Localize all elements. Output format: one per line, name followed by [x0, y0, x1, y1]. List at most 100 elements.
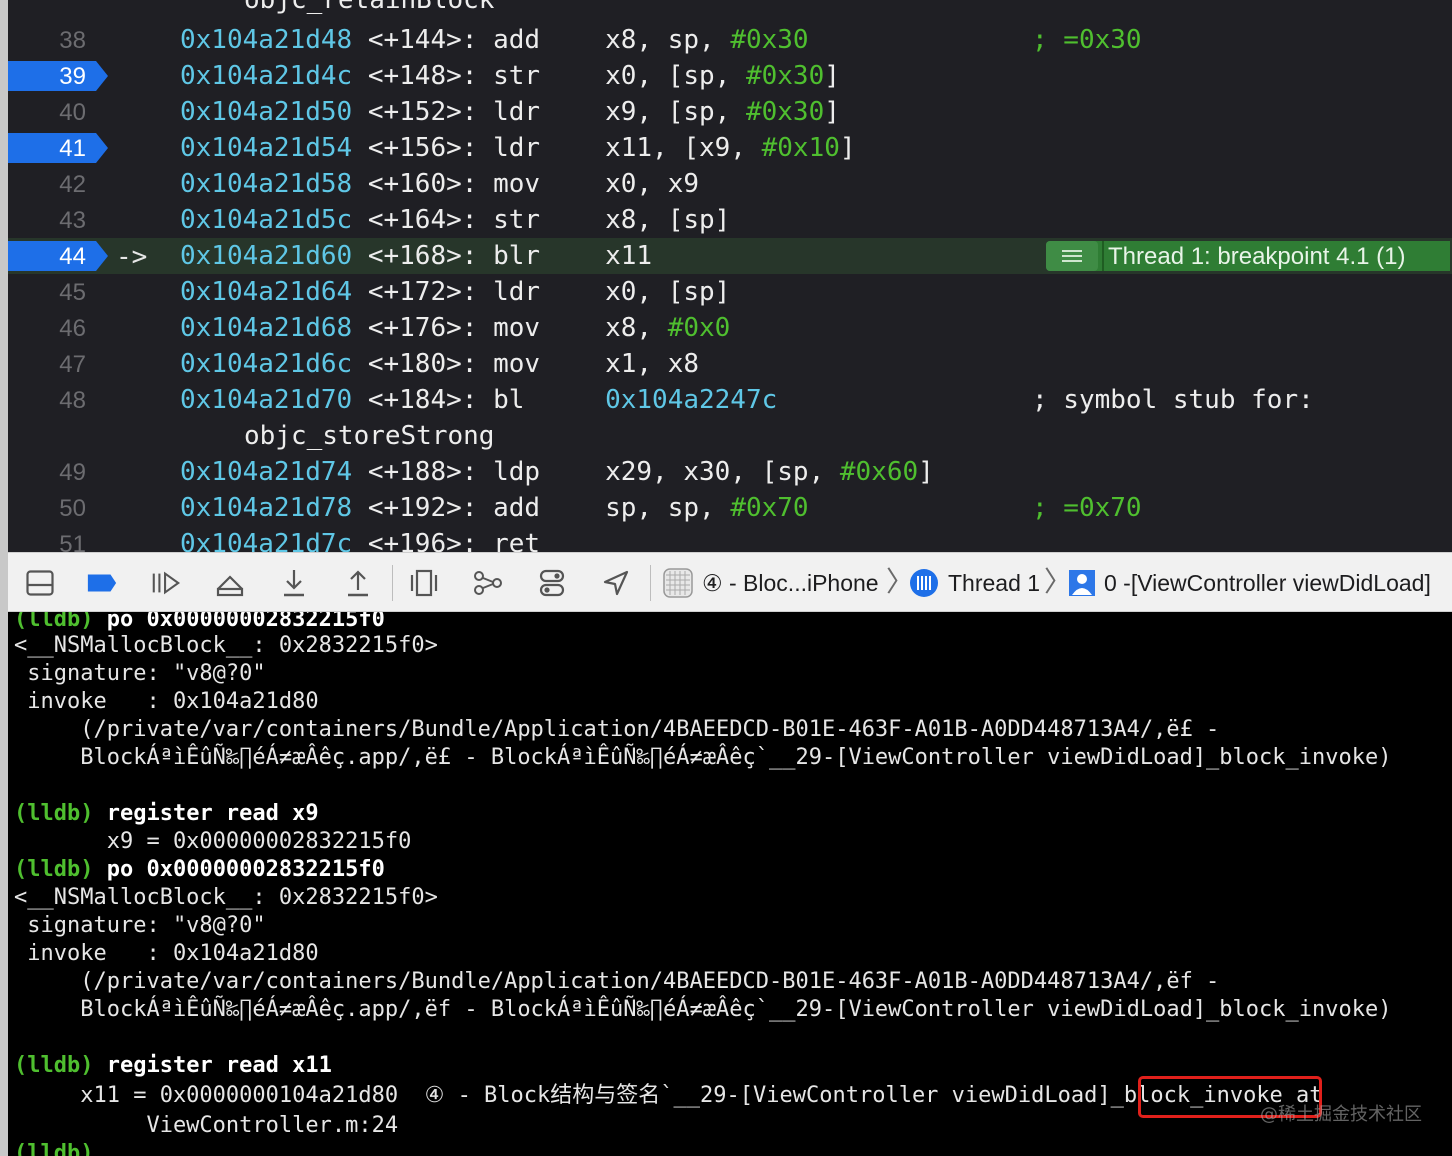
instruction-address: 0x104a21d74	[180, 457, 353, 487]
line-number: 40	[59, 99, 86, 126]
breakpoint-marker[interactable]: 41	[8, 133, 108, 163]
line-number: 44	[59, 243, 86, 270]
instruction: 0x104a21d58 <+160>: mov x0, x9	[180, 166, 699, 202]
disassembly-line[interactable]: 42 0x104a21d58 <+160>: mov x0, x9	[8, 166, 1452, 202]
user-frame-icon	[1066, 567, 1098, 599]
instruction-offset: <+164>:	[367, 205, 478, 235]
line-number: 41	[59, 135, 86, 162]
line-number: 51	[59, 531, 86, 552]
breakpoints-toggle-icon[interactable]	[86, 567, 118, 599]
breakpoint-marker[interactable]: 44	[8, 241, 108, 271]
operand: x11, [x9,	[605, 133, 762, 163]
disassembly-line[interactable]: 38 0x104a21d48 <+144>: add x8, sp, #0x30 ; …	[8, 22, 1452, 58]
breadcrumb-thread[interactable]: Thread 1	[948, 553, 1040, 613]
current-instruction-line[interactable]: 44 -> 0x104a21d60 <+168>: blr x11 Thread 1: …	[8, 238, 1452, 274]
disassembly-line[interactable]: 49 0x104a21d74 <+188>: ldp x29, x30, [sp, …	[8, 454, 1452, 490]
disassembly-line[interactable]: 46 0x104a21d68 <+176>: mov x8, #0x0	[8, 310, 1452, 346]
instruction-address: 0x104a21d78	[180, 493, 353, 523]
lldb-command: register read x9	[93, 801, 319, 826]
disassembly-line[interactable]: 41 0x104a21d54 <+156>: ldr x11, [x9, #0x10…	[8, 130, 1452, 166]
view-hierarchy-icon[interactable]	[408, 567, 440, 599]
line-gutter[interactable]: 40	[8, 94, 108, 130]
instruction: 0x104a21d54 <+156>: ldr x11, [x9, #0x10]	[180, 130, 856, 166]
line-gutter[interactable]: 47	[8, 346, 108, 382]
lldb-prompt: (lldb)	[14, 801, 94, 826]
line-number: 45	[59, 279, 86, 306]
list-icon[interactable]	[1046, 241, 1098, 271]
line-gutter[interactable]: 43	[8, 202, 108, 238]
disassembly-editor[interactable]: objc_retainBlock 38 0x104a21d48 <+144>: a…	[8, 0, 1452, 552]
lldb-command: register read x11	[93, 1053, 332, 1078]
line-gutter[interactable]: 44	[8, 238, 108, 274]
disassembly-line[interactable]: 51 0x104a21d7c <+196>: ret	[8, 526, 1452, 552]
step-into-icon[interactable]	[278, 567, 310, 599]
line-gutter[interactable]: 41	[8, 130, 108, 166]
instruction: 0x104a21d70 <+184>: bl 0x104a2247c	[180, 382, 777, 418]
immediate-operand: #0x30	[745, 97, 825, 127]
console-command-line: (lldb) po 0x00000002832215f0	[14, 856, 385, 884]
instruction-offset: <+160>:	[367, 169, 478, 199]
breakpoint-marker[interactable]: 39	[8, 61, 108, 91]
line-gutter[interactable]: 49	[8, 454, 108, 490]
line-gutter[interactable]: 50	[8, 490, 108, 526]
line-number: 49	[59, 459, 86, 486]
disassembly-line[interactable]: 43 0x104a21d5c <+164>: str x8, [sp]	[8, 202, 1452, 238]
line-gutter[interactable]: 42	[8, 166, 108, 202]
instruction-offset: <+180>:	[367, 349, 478, 379]
memory-graph-icon[interactable]	[472, 567, 504, 599]
opcode: ldp	[493, 457, 541, 487]
breadcrumb-frame[interactable]: 0 -[ViewController viewDidLoad]	[1104, 553, 1431, 613]
simulate-location-icon[interactable]	[600, 567, 632, 599]
instruction: 0x104a21d50 <+152>: ldr x9, [sp, #0x30]	[180, 94, 840, 130]
disassembly-line[interactable]: 47 0x104a21d6c <+180>: mov x1, x8	[8, 346, 1452, 382]
hide-debug-area-icon[interactable]	[24, 567, 56, 599]
immediate-operand: #0x30	[745, 61, 825, 91]
operand: x8, sp,	[605, 25, 731, 55]
step-over-icon[interactable]	[214, 567, 246, 599]
line-gutter[interactable]: 48	[8, 382, 108, 418]
disassembly-line[interactable]: 40 0x104a21d50 <+152>: ldr x9, [sp, #0x30]	[8, 94, 1452, 130]
opcode: ret	[493, 529, 541, 552]
line-gutter[interactable]: 45	[8, 274, 108, 310]
instruction-offset: <+172>:	[367, 277, 478, 307]
operand: x0, x9	[605, 169, 699, 199]
opcode: ldr	[493, 277, 541, 307]
disassembly-line[interactable]: 39 0x104a21d4c <+148>: str x0, [sp, #0x30]	[8, 58, 1452, 94]
instruction-address: 0x104a21d7c	[180, 529, 353, 552]
immediate-operand: #0x10	[761, 133, 840, 163]
disassembly-line[interactable]: 45 0x104a21d64 <+172>: ldr x0, [sp]	[8, 274, 1452, 310]
line-gutter[interactable]: 38	[8, 22, 108, 58]
breakpoint-annotation-text: Thread 1: breakpoint 4.1 (1)	[1108, 243, 1406, 270]
instruction-offset: <+196>:	[367, 529, 478, 552]
line-gutter[interactable]: 39	[8, 58, 108, 94]
watermark: @稀土掘金技术社区	[1260, 1104, 1422, 1125]
lldb-prompt: (lldb)	[14, 857, 94, 882]
instruction-address: 0x104a21d5c	[180, 205, 353, 235]
disassembly-line[interactable]: 48 0x104a21d70 <+184>: bl 0x104a2247c ; sym…	[8, 382, 1452, 418]
annotation-divider	[1102, 241, 1104, 271]
disassembly-line[interactable]: 50 0x104a21d78 <+192>: add sp, sp, #0x70 ; …	[8, 490, 1452, 526]
lldb-console[interactable]: (lldb) po 0x00000002832215f0 <__NSMallocB…	[8, 612, 1452, 1156]
immediate-operand: #0x60	[839, 457, 919, 487]
instruction: 0x104a21d7c <+196>: ret	[180, 526, 605, 552]
operand: ]	[824, 97, 840, 127]
environment-overrides-icon[interactable]	[536, 567, 568, 599]
console-output-line: <__NSMallocBlock__: 0x2832215f0>	[14, 633, 438, 658]
console-output-line: x11 = 0x0000000104a21d80 ④ - Block结构与签名`…	[14, 1083, 1323, 1108]
breadcrumb-process[interactable]: ④ - Bloc...iPhone	[702, 553, 879, 613]
operand: x8,	[605, 313, 668, 343]
console-output-line: (/private/var/containers/Bundle/Applicat…	[14, 717, 1220, 742]
instruction: 0x104a21d74 <+188>: ldp x29, x30, [sp, #0…	[180, 454, 934, 490]
instruction-address: 0x104a21d54	[180, 133, 353, 163]
app-target-icon[interactable]	[662, 567, 694, 599]
operand: x9, [sp,	[605, 97, 746, 127]
instruction-comment: ; =0x30	[1032, 25, 1142, 55]
console-output-line: <__NSMallocBlock__: 0x2832215f0>	[14, 885, 438, 910]
line-gutter[interactable]: 46	[8, 310, 108, 346]
step-out-icon[interactable]	[342, 567, 374, 599]
line-gutter[interactable]: 51	[8, 526, 108, 552]
breakpoint-annotation[interactable]: Thread 1: breakpoint 4.1 (1)	[1046, 241, 1450, 271]
symbol-name: objc_storeStrong	[244, 421, 495, 451]
console-output-line: invoke : 0x104a21d80	[14, 689, 319, 714]
continue-icon[interactable]	[150, 567, 182, 599]
